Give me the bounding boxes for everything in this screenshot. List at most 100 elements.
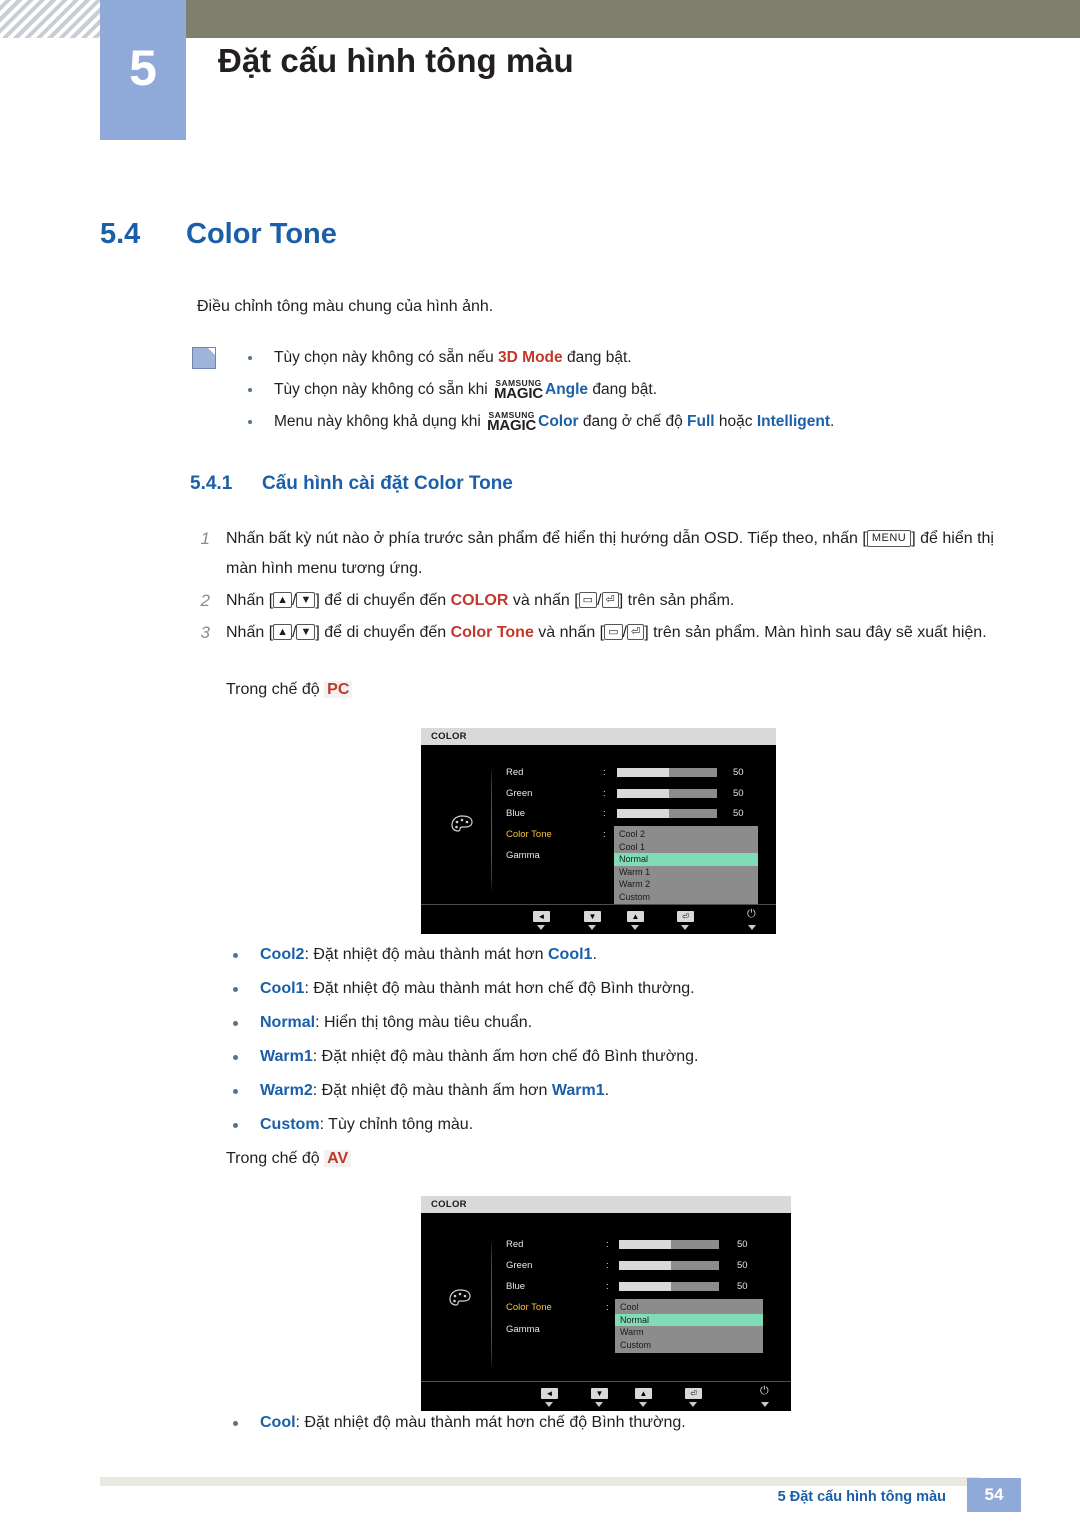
- osd-divider: [491, 770, 492, 890]
- down-arrow-key: ▼: [296, 592, 316, 608]
- section-number: 5.4: [100, 218, 141, 250]
- section-title: Color Tone: [186, 218, 337, 250]
- step-2-slash: /: [597, 592, 602, 609]
- osd-menu-item[interactable]: Warm: [615, 1326, 763, 1339]
- osd-colon: :: [606, 1260, 609, 1271]
- option-tail: .: [592, 946, 597, 963]
- pc-mode-tag: PC: [324, 681, 353, 698]
- osd-menu-item-selected[interactable]: Normal: [614, 853, 758, 866]
- osd-up-button[interactable]: ▲: [635, 1388, 652, 1399]
- chapter-title: Đặt cấu hình tông màu: [218, 42, 574, 79]
- note-3-opt2: Intelligent: [756, 413, 831, 430]
- osd-menu-item[interactable]: Cool 1: [614, 841, 758, 854]
- note-3-post: .: [830, 413, 835, 430]
- osd-power-icon[interactable]: ⏻: [747, 908, 756, 921]
- step-3-part1: Nhấn [: [226, 624, 274, 641]
- osd-colon: :: [603, 788, 606, 799]
- note-icon: [192, 347, 218, 369]
- note-item: Tùy chọn này không có sẵn nếu 3D Mode đa…: [244, 342, 1004, 374]
- note-3-opt1: Full: [687, 413, 715, 430]
- step-3-part4: ] trên sản phẩm. Màn hình sau đây sẽ xuấ…: [644, 624, 987, 641]
- step-item: 3 Nhấn [▲ / ▼] để di chuyển đến Color Tone…: [190, 618, 1010, 648]
- osd-slider-red-fill: [619, 1240, 671, 1249]
- osd-menu-item-selected[interactable]: Normal: [615, 1313, 763, 1326]
- rect-key: ▭: [578, 592, 598, 608]
- osd-slider-green-fill: [619, 1261, 671, 1270]
- osd-back-button[interactable]: ◄: [541, 1388, 558, 1399]
- pc-options-list: Cool2: Đặt nhiệt độ màu thành mát hơn Co…: [228, 938, 1008, 1142]
- step-item: 2 Nhấn [▲ / ▼] để di chuyển đến COLOR và n…: [190, 586, 1010, 616]
- osd-back-button[interactable]: ◄: [533, 911, 550, 922]
- footer-rule: [100, 1477, 980, 1486]
- av-mode-text: Trong chế độ: [226, 1150, 325, 1167]
- option-term: Warm2: [260, 1082, 313, 1099]
- color-palette-icon: [447, 1288, 473, 1310]
- osd-enter-button[interactable]: ⏎: [677, 911, 694, 922]
- option-desc: : Đặt nhiệt độ màu thành mát hơn chế độ …: [295, 1414, 686, 1431]
- osd-down-button[interactable]: ▼: [591, 1388, 608, 1399]
- osd-menu-item[interactable]: Cool: [615, 1301, 763, 1314]
- note-item: Menu này không khả dụng khi SAMSUNG MAGIC…: [244, 406, 1004, 438]
- osd-menu-item[interactable]: Warm 2: [614, 878, 758, 891]
- list-item: Custom: Tùy chỉnh tông màu.: [228, 1108, 1008, 1142]
- osd-up-button[interactable]: ▲: [627, 911, 644, 922]
- osd-row-value-blue: 50: [733, 808, 744, 819]
- note-3-mid: đang ở chế độ: [578, 413, 688, 430]
- osd-slider-red-fill: [617, 768, 669, 777]
- list-item: Cool2: Đặt nhiệt độ màu thành mát hơn Co…: [228, 938, 1008, 972]
- note-list: Tùy chọn này không có sẵn nếu 3D Mode đa…: [244, 342, 1004, 438]
- page-header: 5 Đặt cấu hình tông màu: [0, 0, 1080, 140]
- rect-key: ▭: [604, 624, 623, 640]
- osd-row-label-color-tone: Color Tone: [506, 829, 552, 840]
- osd-menu-item[interactable]: Cool 2: [614, 828, 758, 841]
- osd-row-label-green: Green: [506, 1260, 533, 1271]
- osd-enter-caret-icon: [681, 925, 689, 930]
- osd-row-label-green: Green: [506, 788, 533, 799]
- option-term-2: Warm1: [551, 1082, 605, 1099]
- step-1-part1: Nhấn bất kỳ nút nào ở phía trước sản phẩ…: [226, 530, 867, 547]
- osd-row-label-red: Red: [506, 767, 524, 778]
- option-term: Cool: [260, 1414, 296, 1431]
- osd-row-label-gamma: Gamma: [506, 850, 540, 861]
- osd-menu-item[interactable]: Warm 1: [614, 866, 758, 879]
- osd-enter-button[interactable]: ⏎: [685, 1388, 702, 1399]
- osd-slider-blue-fill: [619, 1282, 671, 1291]
- note-item: Tùy chọn này không có sẵn khi SAMSUNG MAG…: [244, 374, 1004, 406]
- step-2-part3: và nhấn [: [508, 592, 579, 609]
- menu-key: MENU: [866, 530, 912, 547]
- osd-colon: :: [603, 767, 606, 778]
- intro-text: Điều chỉnh tông màu chung của hình ảnh.: [197, 298, 494, 315]
- osd-color-tone-dropdown[interactable]: Cool 2 Cool 1 Normal Warm 1 Warm 2 Custo…: [614, 826, 758, 905]
- step-3-part3: và nhấn [: [533, 624, 605, 641]
- osd-power-icon[interactable]: ⏻: [760, 1385, 769, 1398]
- list-item: Warm1: Đặt nhiệt độ màu thành ấm hơn chế…: [228, 1040, 1008, 1074]
- osd-row-value-green: 50: [737, 1260, 748, 1271]
- osd-row-value-red: 50: [737, 1239, 748, 1250]
- option-desc: : Tùy chỉnh tông màu.: [319, 1116, 474, 1133]
- av-mode-tag: AV: [324, 1150, 352, 1167]
- osd-row-label-blue: Blue: [506, 808, 526, 819]
- osd-row-value-red: 50: [733, 767, 744, 778]
- step-3-target: Color Tone: [450, 624, 534, 641]
- option-term: Warm1: [260, 1048, 313, 1065]
- note-2-highlight: Angle: [545, 381, 589, 398]
- osd-menu-item[interactable]: Custom: [615, 1339, 763, 1352]
- osd-down-caret-icon: [588, 925, 596, 930]
- osd-color-tone-dropdown[interactable]: Cool Normal Warm Custom: [615, 1299, 763, 1353]
- option-term: Custom: [260, 1116, 320, 1133]
- subsection-number: 5.4.1: [190, 473, 233, 494]
- step-2-part4: ] trên sản phẩm.: [618, 592, 735, 609]
- osd-down-button[interactable]: ▼: [584, 911, 601, 922]
- step-number: 3: [200, 623, 210, 642]
- osd-row-value-blue: 50: [737, 1281, 748, 1292]
- step-3-part2: ] để di chuyển đến: [315, 624, 451, 641]
- enter-key: ⏎: [601, 592, 619, 608]
- note-3-pre: Menu này không khả dụng khi: [274, 413, 486, 430]
- footer-page-number: 54: [967, 1478, 1021, 1512]
- step-2-target: COLOR: [450, 592, 509, 609]
- up-arrow-key: ▲: [273, 592, 293, 608]
- step-number: 1: [200, 529, 210, 548]
- osd-menu-item[interactable]: Custom: [614, 891, 758, 904]
- osd-title: COLOR: [421, 1196, 791, 1213]
- down-arrow-key: ▼: [296, 624, 316, 640]
